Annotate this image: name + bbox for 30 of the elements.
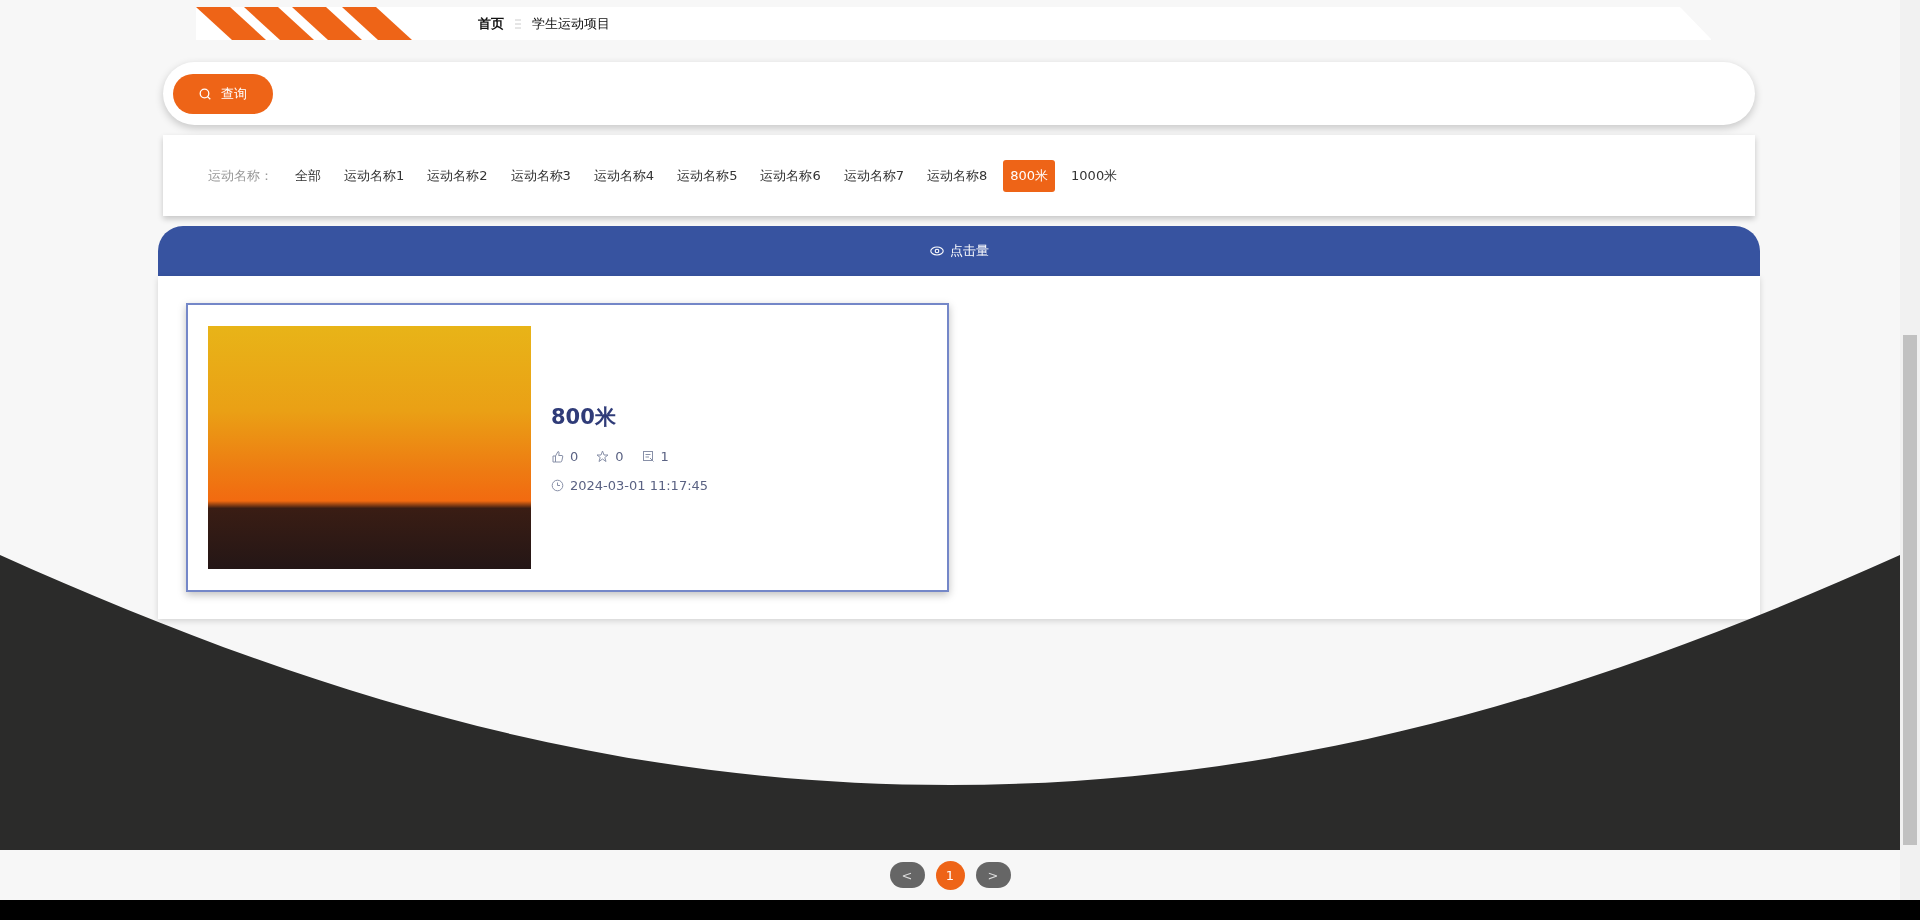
item-card[interactable]: 800米 0 0 1 2024-03-01 11:17:45 bbox=[186, 303, 949, 592]
filter-option[interactable]: 运动名称8 bbox=[919, 159, 995, 192]
clock-icon bbox=[551, 478, 564, 492]
filter-option[interactable]: 全部 bbox=[288, 159, 328, 192]
filter-option[interactable]: 运动名称6 bbox=[753, 159, 828, 192]
like-icon bbox=[551, 449, 564, 463]
filter-label: 运动名称： bbox=[208, 166, 273, 185]
like-count: 0 bbox=[570, 448, 579, 464]
eye-icon bbox=[929, 246, 944, 256]
previous-page-button[interactable]: < bbox=[889, 862, 925, 888]
favorite-count: 0 bbox=[615, 448, 624, 464]
filter-option[interactable]: 运动名称7 bbox=[836, 159, 911, 192]
separator-icon bbox=[514, 17, 522, 30]
item-date: 2024-03-01 11:17:45 bbox=[570, 477, 709, 493]
comment-count: 1 bbox=[660, 448, 669, 464]
filter-option[interactable]: 运动名称3 bbox=[503, 159, 578, 192]
breadcrumb-home-link[interactable]: 首页 bbox=[478, 14, 504, 33]
filter-option[interactable]: 运动名称4 bbox=[586, 159, 662, 192]
star-icon bbox=[596, 449, 610, 463]
sort-tab[interactable]: 点击量 bbox=[929, 242, 989, 260]
breadcrumb-current: 学生运动项目 bbox=[532, 14, 610, 33]
next-page-button[interactable]: > bbox=[975, 862, 1011, 888]
search-icon bbox=[199, 87, 211, 100]
comment-icon bbox=[641, 449, 655, 463]
filter-option[interactable]: 运动名称1 bbox=[337, 159, 412, 192]
filter-option[interactable]: 1000米 bbox=[1064, 159, 1125, 192]
filter-option[interactable]: 运动名称2 bbox=[420, 159, 495, 192]
item-title[interactable]: 800米 bbox=[551, 402, 709, 431]
scrollbar-thumb[interactable] bbox=[1903, 335, 1917, 845]
filter-option[interactable]: 运动名称5 bbox=[670, 159, 745, 192]
